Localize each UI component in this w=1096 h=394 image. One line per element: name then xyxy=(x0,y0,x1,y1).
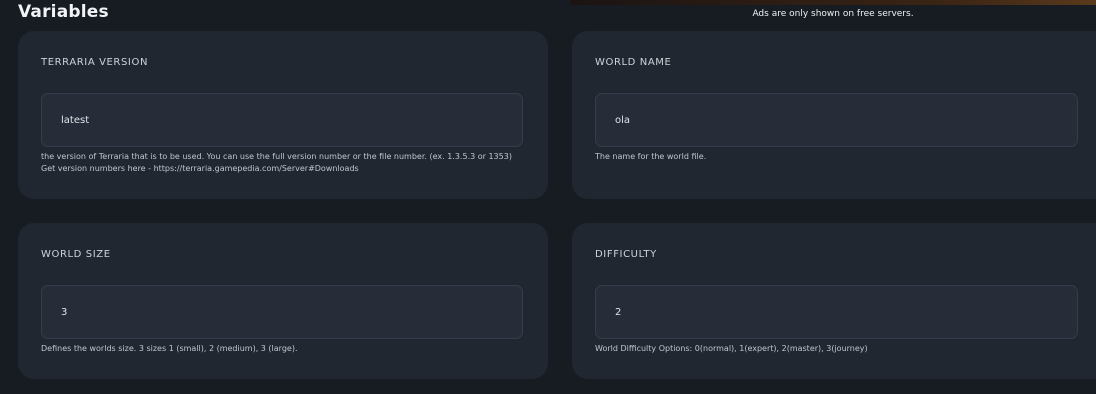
variable-field-terraria-version xyxy=(41,93,523,147)
variables-page: Variables Ads are only shown on free ser… xyxy=(0,0,1096,394)
variable-help: World Difficulty Options: 0(normal), 1(e… xyxy=(595,343,868,355)
help-text-line: The name for the world file. xyxy=(595,152,707,161)
variable-field-world-name xyxy=(595,93,1078,147)
variable-label: DIFFICULTY xyxy=(595,249,657,260)
world-name-input[interactable] xyxy=(596,94,1077,146)
world-size-input[interactable] xyxy=(42,286,522,338)
help-text-line: Defines the worlds size. 3 sizes 1 (smal… xyxy=(41,344,298,353)
variable-card-world-name: WORLD NAME The name for the world file. xyxy=(572,31,1096,199)
difficulty-input[interactable] xyxy=(596,286,1077,338)
variable-label: TERRARIA VERSION xyxy=(41,57,149,68)
help-text-line: World Difficulty Options: 0(normal), 1(e… xyxy=(595,344,868,353)
variable-help: The name for the world file. xyxy=(595,151,706,163)
variable-field-world-size xyxy=(41,285,523,339)
ad-note: Ads are only shown on free servers. xyxy=(752,9,914,19)
page-title: Variables xyxy=(18,2,109,22)
variable-help: Defines the worlds size. 3 sizes 1 (smal… xyxy=(41,343,298,355)
variable-help: the version of Terraria that is to be us… xyxy=(41,151,512,175)
variable-card-difficulty: DIFFICULTY World Difficulty Options: 0(n… xyxy=(572,223,1096,379)
variable-label: WORLD NAME xyxy=(595,57,672,68)
variable-field-difficulty xyxy=(595,285,1078,339)
variable-card-world-size: WORLD SIZE Defines the worlds size. 3 si… xyxy=(18,223,548,379)
help-text-line: Get version numbers here - https://terra… xyxy=(41,164,359,173)
variable-label: WORLD SIZE xyxy=(41,249,111,260)
help-text-line: the version of Terraria that is to be us… xyxy=(41,152,512,161)
ad-banner[interactable] xyxy=(570,0,1096,5)
variable-card-terraria-version: TERRARIA VERSION the version of Terraria… xyxy=(18,31,548,199)
terraria-version-input[interactable] xyxy=(42,94,522,146)
